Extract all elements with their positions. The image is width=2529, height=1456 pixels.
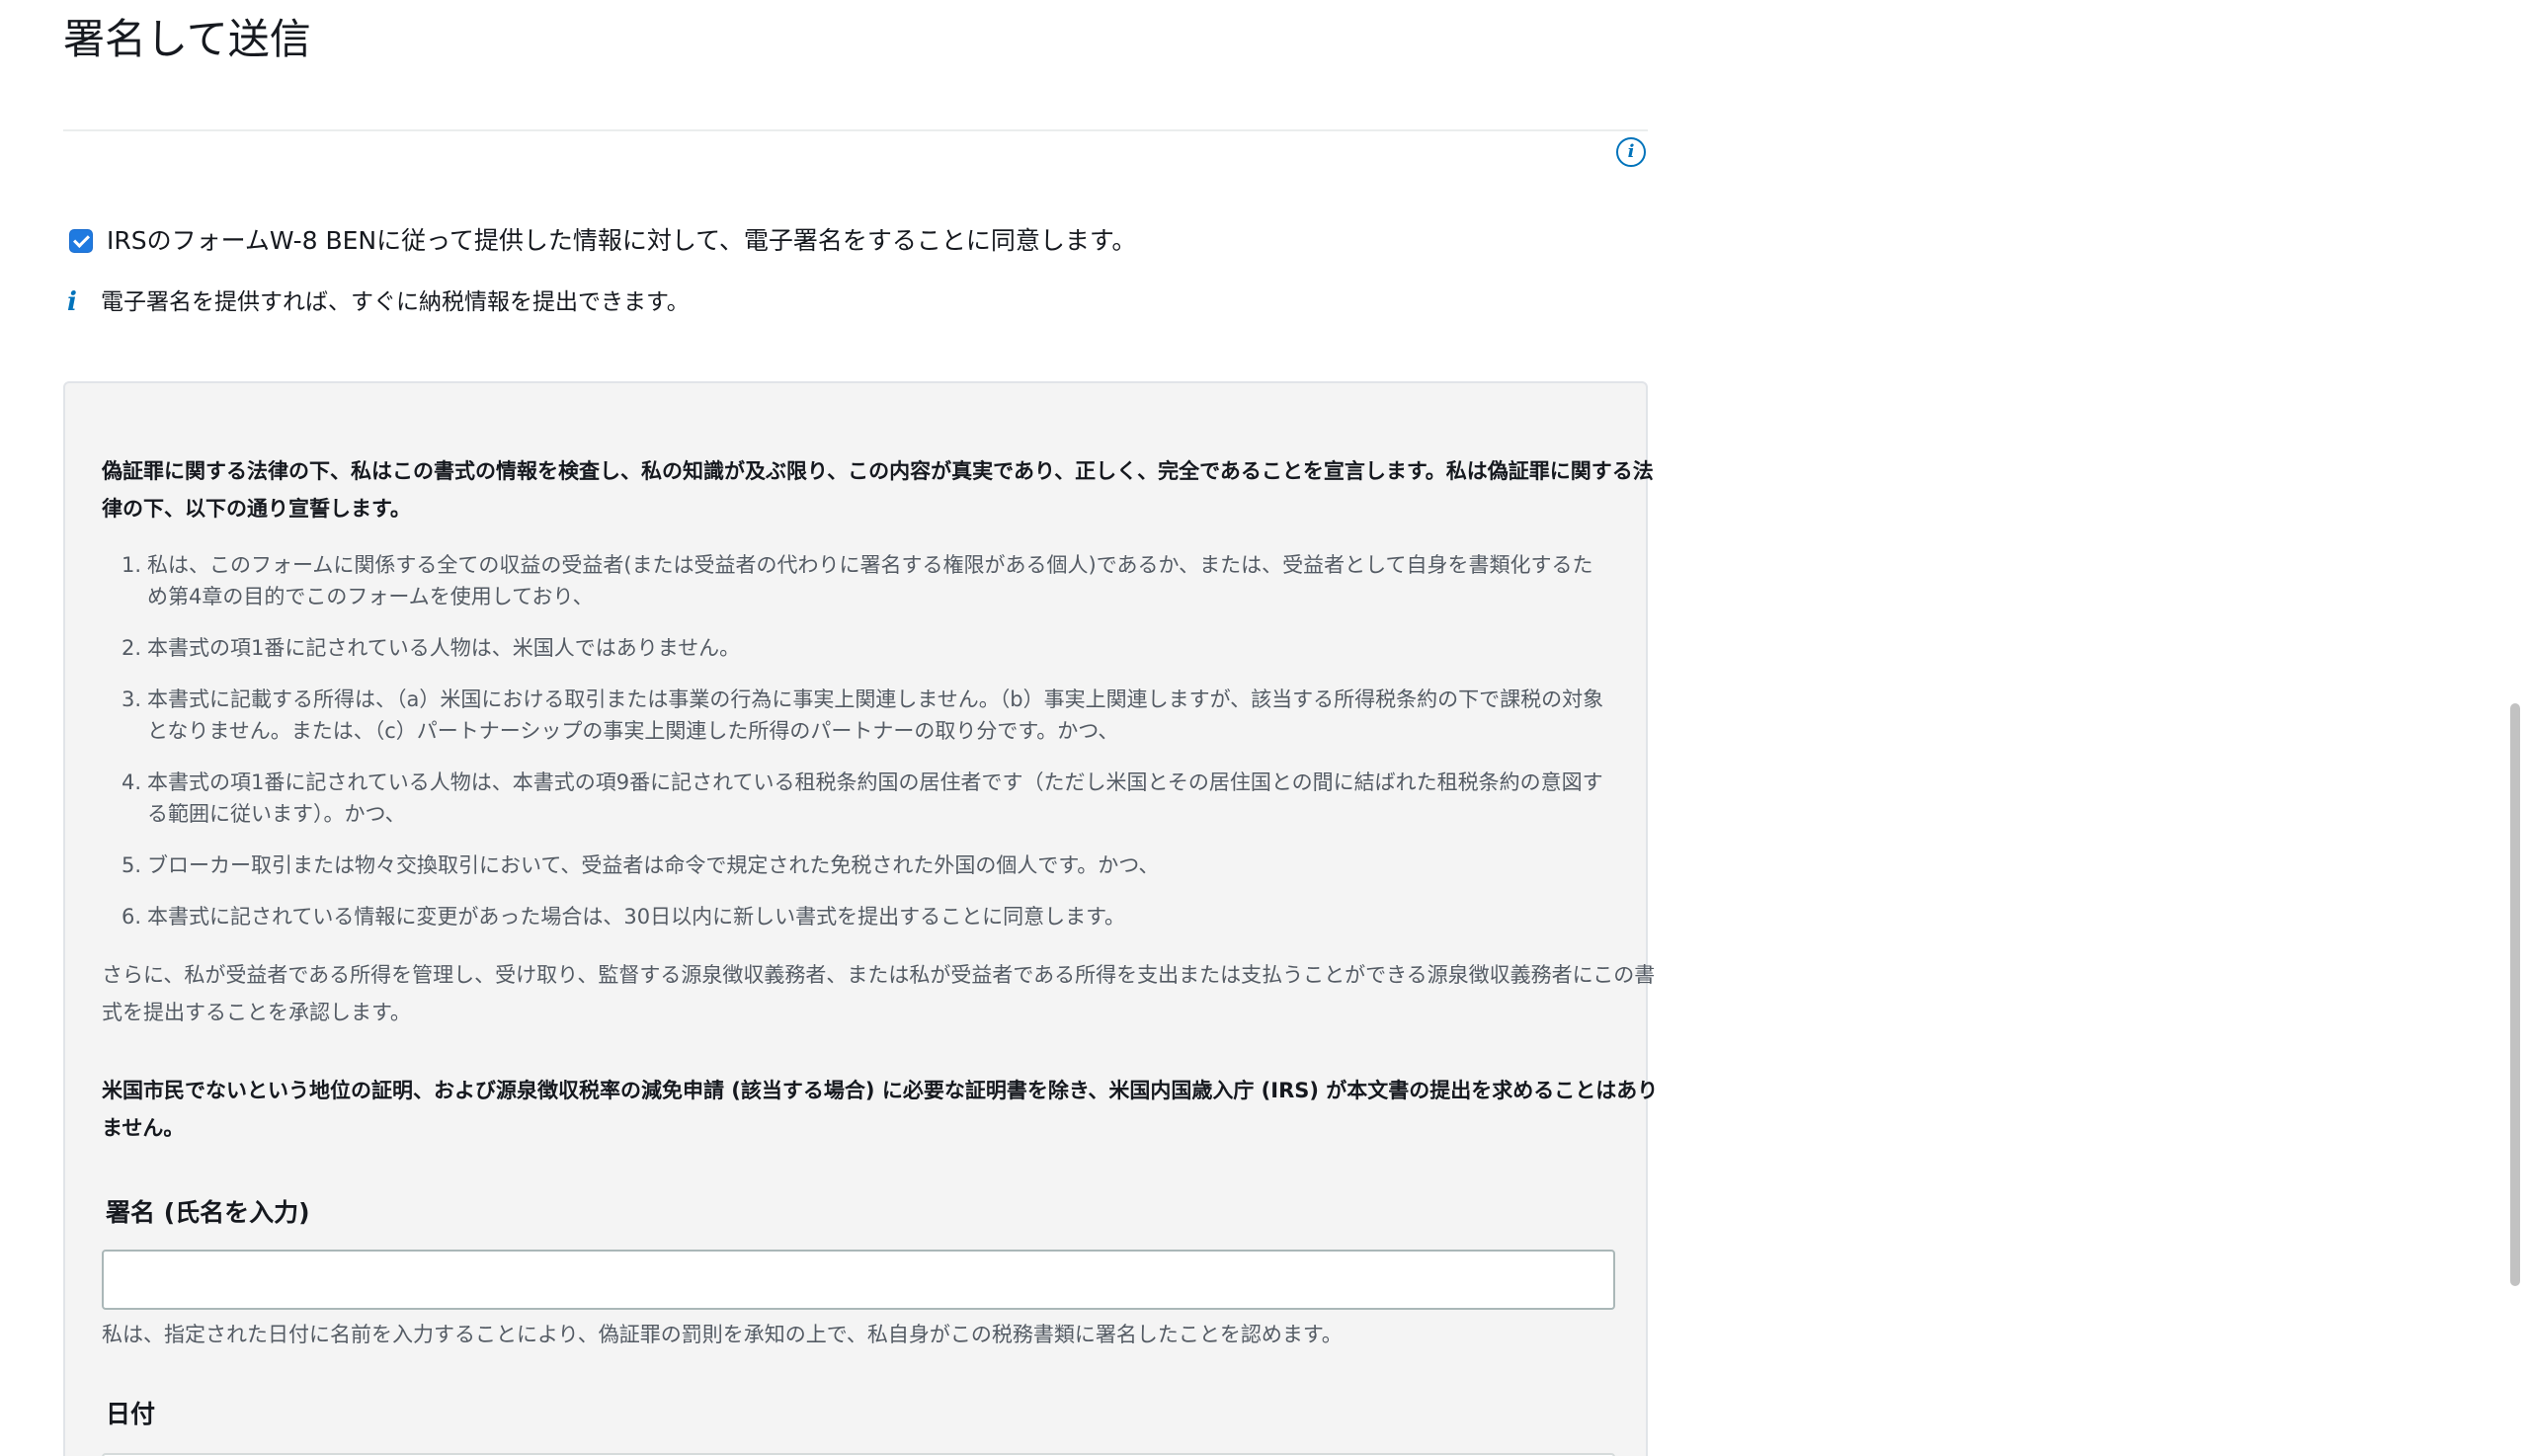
list-item-text: 私は、このフォームに関係する全ての収益の受益者(または受益者の代わりに署名する権…: [147, 553, 1593, 608]
list-item: 6. 本書式に記されている情報に変更があった場合は、30日以内に新しい書式を提出…: [102, 901, 1613, 932]
irs-note: 米国市民でないという地位の証明、および源泉徴収税率の減免申請 (該当する場合) …: [102, 1079, 1659, 1140]
list-item: 3. 本書式に記載する所得は、（a）米国における取引または事業の行為に事実上関連…: [102, 684, 1613, 747]
withholding-agent-authorization: さらに、私が受益者である所得を管理し、受け取り、監督する源泉徴収義務者、または私…: [102, 963, 1656, 1024]
info-icon[interactable]: i: [1616, 137, 1646, 167]
list-item-number: 1.: [121, 553, 141, 577]
list-item-text: 本書式に記されている情報に変更があった場合は、30日以内に新しい書式を提出するこ…: [147, 905, 1125, 929]
header-divider: [63, 129, 1648, 131]
list-item-text: 本書式の項1番に記されている人物は、本書式の項9番に記されている租税条約国の居住…: [147, 770, 1603, 826]
list-item-number: 5.: [121, 853, 141, 877]
e-signature-hint: i 電子署名を提供すれば、すぐに納税情報を提出できます。: [67, 284, 690, 320]
hint-text: 電子署名を提供すれば、すぐに納税情報を提出できます。: [101, 289, 690, 315]
list-item: 2. 本書式の項1番に記されている人物は、米国人ではありません。: [102, 632, 1613, 664]
list-item-text: 本書式に記載する所得は、（a）米国における取引または事業の行為に事実上関連しませ…: [147, 688, 1604, 743]
list-item: 5. ブローカー取引または物々交換取引において、受益者は命令で規定された免税され…: [102, 849, 1613, 881]
list-item-number: 2.: [121, 636, 141, 660]
list-item-text: 本書式の項1番に記されている人物は、米国人ではありません。: [147, 636, 741, 660]
signature-input[interactable]: [102, 1250, 1615, 1310]
consent-label: IRSのフォームW-8 BENに従って提供した情報に対して、電子署名をすることに…: [107, 226, 1137, 255]
page: 署名して送信 i IRSのフォームW-8 BENに従って提供した情報に対して、電…: [0, 0, 2529, 1456]
date-label: 日付: [106, 1400, 156, 1428]
page-title: 署名して送信: [63, 15, 311, 63]
signature-description: 私は、指定された日付に名前を入力することにより、偽証罪の罰則を承知の上で、私自身…: [102, 1323, 1343, 1346]
list-item-number: 3.: [121, 688, 141, 711]
list-item-text: ブローカー取引または物々交換取引において、受益者は命令で規定された免税された外国…: [147, 853, 1160, 877]
info-italic-icon: i: [67, 287, 77, 317]
list-item: 1. 私は、このフォームに関係する全ての収益の受益者(または受益者の代わりに署名…: [102, 549, 1613, 612]
list-item: 4. 本書式の項1番に記されている人物は、本書式の項9番に記されている租税条約国…: [102, 767, 1613, 830]
list-item-number: 6.: [121, 905, 141, 929]
signature-label: 署名 (氏名を入力): [106, 1198, 310, 1227]
scrollbar-thumb[interactable]: [2510, 703, 2520, 1286]
certification-panel: 偽証罪に関する法律の下、私はこの書式の情報を検査し、私の知識が及ぶ限り、この内容…: [63, 381, 1658, 1456]
consent-row[interactable]: IRSのフォームW-8 BENに従って提供した情報に対して、電子署名をすることに…: [69, 223, 1136, 259]
certification-list: 1. 私は、このフォームに関係する全ての収益の受益者(または受益者の代わりに署名…: [102, 549, 1613, 952]
list-item-number: 4.: [121, 770, 141, 794]
consent-checkbox[interactable]: [69, 229, 93, 253]
perjury-declaration: 偽証罪に関する法律の下、私はこの書式の情報を検査し、私の知識が及ぶ限り、この内容…: [102, 459, 1654, 521]
